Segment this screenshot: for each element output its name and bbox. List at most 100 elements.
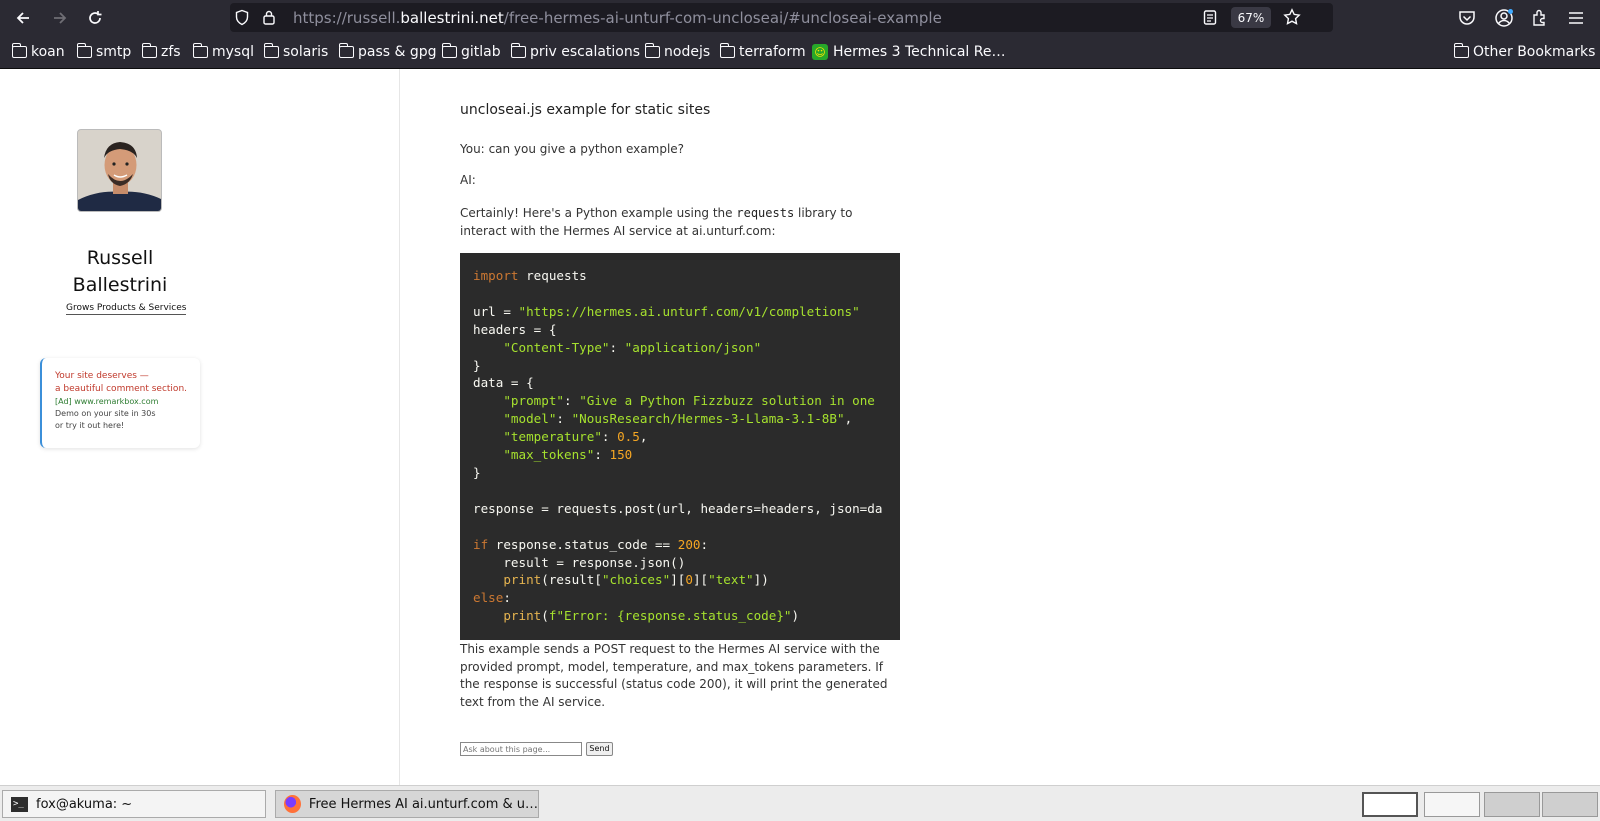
intro-text-before: Certainly! Here's a Python example using… (460, 206, 733, 220)
bookmark-folder[interactable]: smtp (76, 43, 132, 61)
menu-hamburger-icon[interactable] (1567, 9, 1585, 27)
url-text[interactable]: https://russell.ballestrini.net/free-her… (293, 9, 942, 27)
code-string: "https://hermes.ai.unturf.com/v1/complet… (518, 303, 860, 319)
code-number: 0.5 (617, 429, 640, 445)
author-first-name: Russell (86, 247, 154, 269)
code-string: "text" (708, 572, 754, 588)
bookmark-folder[interactable]: terraform (719, 43, 806, 61)
bookmark-label: zfs (161, 44, 181, 60)
back-button[interactable] (10, 5, 36, 31)
author-name[interactable]: Russell Ballestrini (40, 245, 200, 299)
folder-icon (1453, 43, 1469, 58)
bookmark-folder[interactable]: pass & gpg (338, 43, 437, 61)
extensions-icon[interactable] (1530, 8, 1550, 28)
other-bookmarks-folder[interactable]: Other Bookmarks (1453, 43, 1596, 61)
folder-icon (263, 43, 279, 58)
bookmark-label: terraform (739, 44, 806, 60)
ai-outro-paragraph: This example sends a POST request to the… (460, 642, 888, 709)
page-title: uncloseai.js example for static sites (460, 102, 711, 118)
code-text: headers = { (473, 321, 557, 337)
user-message: You: can you give a python example? (460, 141, 900, 159)
account-icon[interactable] (1494, 8, 1514, 28)
folder-icon (441, 43, 457, 58)
workspace-2[interactable] (1424, 792, 1480, 817)
reload-button[interactable] (82, 5, 108, 31)
ask-page-input[interactable] (460, 742, 582, 756)
url-host: ballestrini.net (400, 9, 504, 27)
ai-label: AI: (460, 173, 476, 187)
bookmark-label: nodejs (664, 44, 711, 60)
bookmark-label: smtp (96, 44, 132, 60)
code-number: 200 (677, 536, 701, 552)
code-keyword: else (473, 590, 504, 606)
code-string: "choices" (601, 572, 671, 588)
back-arrow-icon (16, 12, 29, 24)
navigation-toolbar: https://russell.ballestrini.net/free-her… (0, 0, 1600, 35)
code-text: result = response.json() (473, 554, 686, 570)
code-string: "prompt" (503, 393, 565, 409)
send-button[interactable]: Send (586, 742, 613, 756)
folder-icon (11, 43, 27, 58)
bookmark-label: priv escalations (530, 44, 641, 60)
you-label: You: (460, 142, 485, 156)
reload-icon (89, 11, 102, 24)
reader-view-icon[interactable] (1202, 9, 1218, 26)
bookmark-label: Hermes 3 Technical Re… (833, 44, 1006, 60)
taskbar-terminal-window[interactable]: >_ fox@akuma: ~ (2, 790, 266, 818)
bookmarks-toolbar: koan smtp zfs mysql solaris pass & gpg g… (0, 35, 1600, 69)
bookmark-folder[interactable]: mysql (192, 43, 254, 61)
inline-code: requests (736, 206, 795, 220)
terminal-icon: >_ (11, 796, 28, 812)
folder-icon (338, 43, 354, 58)
firefox-window-title: Free Hermes AI ai.unturf.com & u… (308, 796, 538, 812)
bookmark-label: Other Bookmarks (1473, 44, 1596, 60)
firefox-icon (284, 795, 301, 813)
forward-button[interactable] (47, 5, 73, 31)
code-builtin: print (503, 572, 542, 588)
bookmark-folder[interactable]: koan (11, 43, 65, 61)
code-text: } (473, 357, 481, 373)
code-string: "model" (503, 411, 557, 427)
bookmark-folder[interactable]: solaris (263, 43, 328, 61)
bookmark-folder[interactable]: nodejs (644, 43, 711, 61)
bookmark-label: gitlab (461, 44, 501, 60)
user-message-text: can you give a python example? (488, 142, 685, 156)
bookmark-star-icon[interactable] (1283, 8, 1301, 26)
code-builtin: print (503, 608, 542, 624)
bookmark-folder[interactable]: gitlab (441, 43, 501, 61)
code-text: requests (518, 268, 587, 283)
python-code-block[interactable]: import requests url = "https://hermes.ai… (460, 253, 900, 640)
folder-icon (192, 43, 208, 58)
workspace-3[interactable] (1484, 792, 1540, 817)
lock-icon[interactable] (262, 9, 276, 26)
ad-body-1: Demo on your site in 30s (55, 409, 156, 418)
ad-sponsor: [Ad] www.remarkbox.com (55, 397, 159, 406)
code-string: "Content-Type" (503, 339, 610, 355)
remarkbox-ad[interactable]: Your site deserves — a beautiful comment… (40, 358, 200, 448)
taskbar-firefox-window[interactable]: Free Hermes AI ai.unturf.com & u… (275, 790, 539, 818)
pocket-icon[interactable] (1458, 9, 1476, 27)
bookmark-label: mysql (212, 44, 254, 60)
ad-headline-2: a beautiful comment section. (55, 384, 188, 394)
terminal-window-title: fox@akuma: ~ (36, 796, 133, 812)
workspace-4[interactable] (1542, 792, 1598, 817)
code-number: 0 (685, 572, 693, 588)
os-taskbar: >_ fox@akuma: ~ Free Hermes AI ai.unturf… (0, 785, 1600, 821)
avatar[interactable] (77, 129, 162, 212)
code-text: response.status_code == (488, 536, 678, 552)
zoom-level-badge[interactable]: 67% (1231, 7, 1271, 28)
code-string: "application/json" (624, 339, 762, 355)
author-tagline[interactable]: Grows Products & Services (66, 303, 187, 315)
bookmark-folder[interactable]: priv escalations (510, 43, 641, 61)
code-string: "max_tokens" (503, 447, 595, 463)
workspace-1[interactable] (1362, 792, 1418, 817)
smiley-favicon-icon: ☺ (812, 44, 828, 60)
code-keyword: if (473, 536, 489, 552)
code-keyword: import (473, 268, 519, 283)
sidebar: Russell Ballestrini Grows Products & Ser… (0, 69, 400, 785)
shield-icon[interactable] (234, 9, 250, 26)
url-bar[interactable]: https://russell.ballestrini.net/free-her… (230, 3, 1333, 32)
bookmark-hermes[interactable]: ☺ Hermes 3 Technical Re… (812, 43, 1005, 61)
bookmark-folder[interactable]: zfs (141, 43, 181, 61)
bookmark-label: pass & gpg (358, 44, 437, 60)
